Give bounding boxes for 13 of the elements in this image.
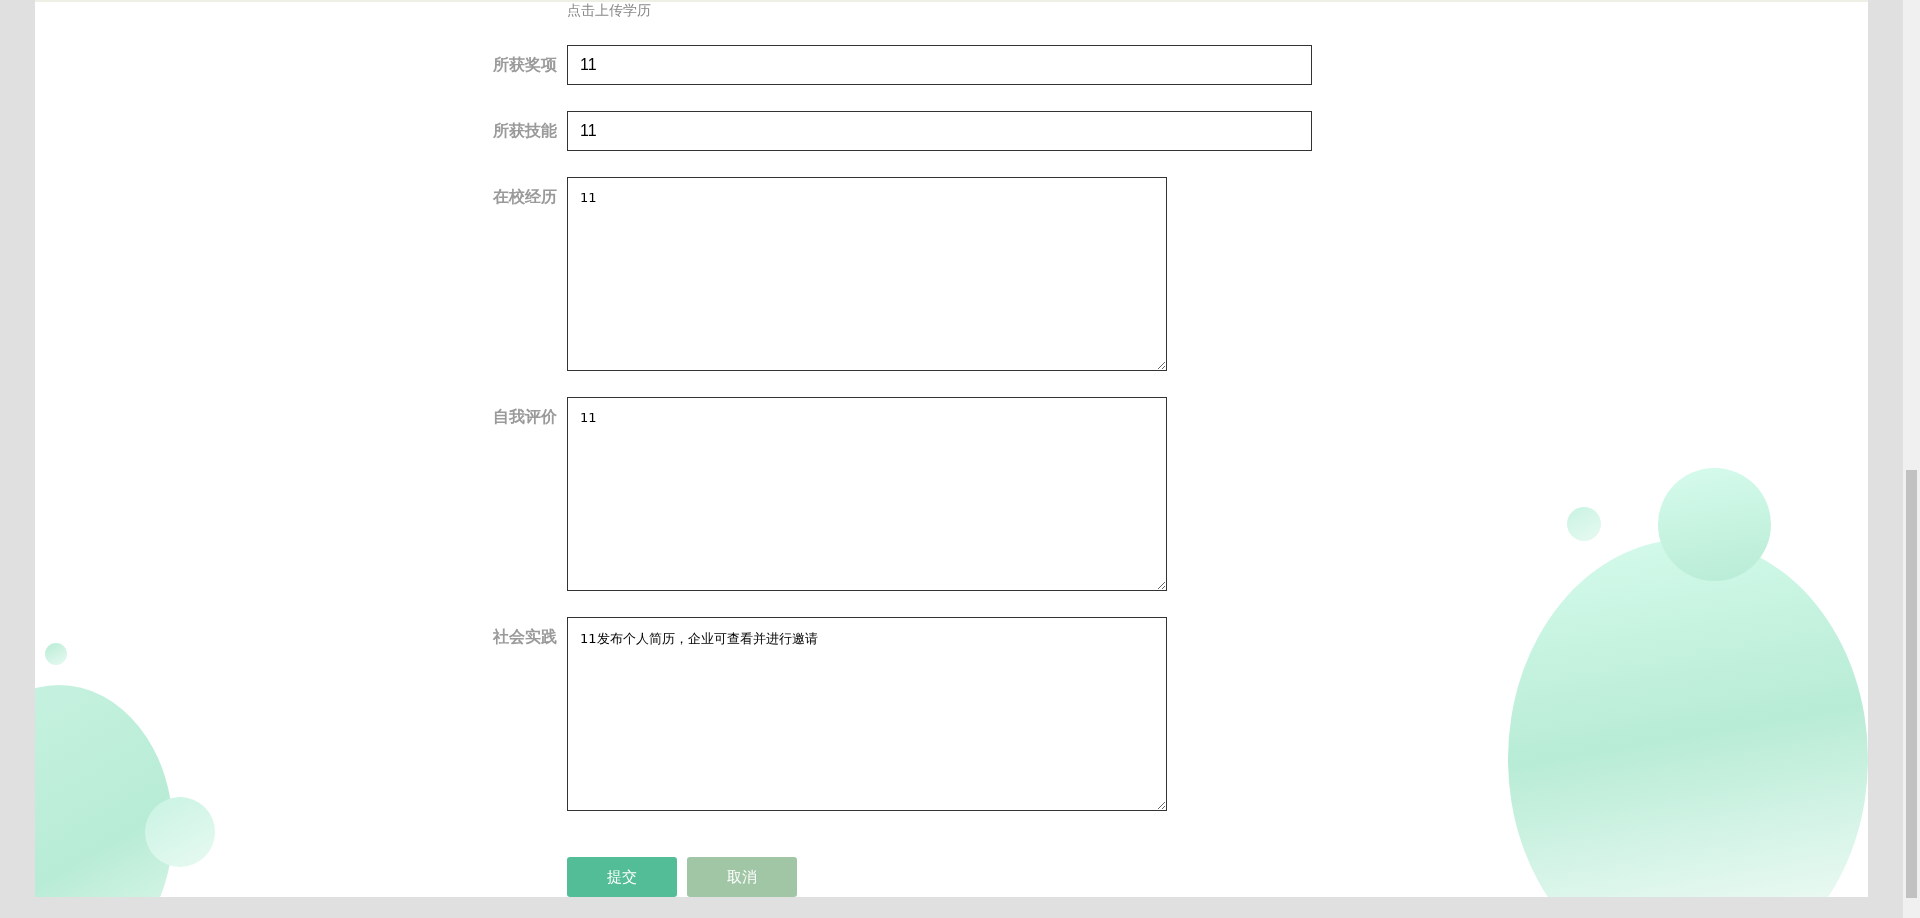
scrollbar[interactable]: [1903, 0, 1920, 918]
text-area[interactable]: 11: [567, 397, 1167, 591]
text-area[interactable]: 11发布个人简历，企业可查看并进行邀请: [567, 617, 1167, 811]
input-field[interactable]: 11: [567, 45, 1312, 85]
upload-hint[interactable]: 点击上传学历: [567, 2, 651, 18]
field-label: 在校经历: [492, 186, 557, 208]
input-field[interactable]: 11: [567, 111, 1312, 151]
field-label: 所获技能: [492, 120, 557, 142]
field-label: 所获奖项: [492, 54, 557, 76]
bubble-decoration: [45, 643, 67, 665]
field-label: 自我评价: [492, 406, 557, 428]
field-label: 社会实践: [492, 626, 557, 648]
text-area[interactable]: 11: [567, 177, 1167, 371]
